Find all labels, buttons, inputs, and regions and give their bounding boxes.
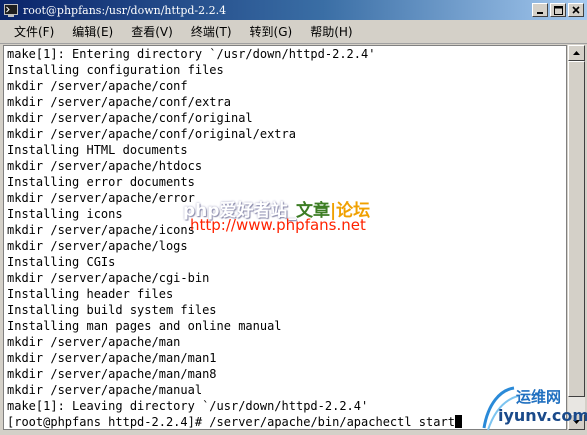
terminal-line: mkdir /server/apache/manual [7,383,203,397]
menu-file[interactable]: 文件(F) [0,23,63,40]
menu-bar: 文件(F) 编辑(E) 查看(V) 终端(T) 转到(G) 帮助(H) [0,20,587,44]
menu-edit[interactable]: 编辑(E) [63,23,122,40]
terminal-line: mkdir /server/apache/man/man8 [7,367,217,381]
terminal-output[interactable]: make[1]: Entering directory `/usr/down/h… [3,45,567,430]
title-bar[interactable]: root@phpfans:/usr/down/httpd-2.2.4 [0,0,587,20]
terminal-line: Installing error documents [7,175,195,189]
terminal-line: mkdir /server/apache/conf/extra [7,95,231,109]
menu-terminal[interactable]: 终端(T) [182,23,241,40]
terminal-command: /server/apache/bin/apachectl start [209,415,455,429]
terminal-line: Installing build system files [7,303,217,317]
minimize-button[interactable] [532,3,548,17]
window-title: root@phpfans:/usr/down/httpd-2.2.4 [23,3,227,17]
scroll-thumb[interactable] [568,61,585,397]
terminal-line: Installing header files [7,287,174,301]
terminal-line: Installing CGIs [7,255,116,269]
logo-text-domain: iyunv.com [498,406,587,425]
terminal-prompt: [root@phpfans httpd-2.2.4]# [7,415,210,429]
maximize-button[interactable] [550,3,566,17]
terminal-lines: make[1]: Entering directory `/usr/down/h… [7,46,462,429]
close-icon [572,6,580,14]
terminal-line: mkdir /server/apache/conf/original/extra [7,127,296,141]
terminal-line: Installing configuration files [7,63,224,77]
terminal-line: mkdir /server/apache/man [7,335,181,349]
watermark-url: http://www.phpfans.net [190,216,366,234]
logo-text-cn: 运维网 [516,388,562,406]
menu-view[interactable]: 查看(V) [122,23,182,40]
terminal-app-icon [3,2,19,18]
terminal-line: mkdir /server/apache/htdocs [7,159,203,173]
arrow-up-icon [573,51,580,55]
close-button[interactable] [568,3,584,17]
terminal-line: make[1]: Entering directory `/usr/down/h… [7,47,376,61]
terminal-prompt-line[interactable]: [root@phpfans httpd-2.2.4]# /server/apac… [7,414,462,429]
terminal-line: mkdir /server/apache/cgi-bin [7,271,210,285]
terminal-cursor [454,415,462,428]
terminal-line: Installing man pages and online manual [7,319,282,333]
menu-go[interactable]: 转到(G) [241,23,302,40]
site-logo: 运维网 iyunv.com [478,384,587,432]
terminal-line: Installing HTML documents [7,143,188,157]
menu-help[interactable]: 帮助(H) [301,23,361,40]
scroll-up-button[interactable] [568,45,585,61]
terminal-line: make[1]: Leaving directory `/usr/down/ht… [7,399,369,413]
terminal-line: mkdir /server/apache/conf [7,79,188,93]
terminal-line: mkdir /server/apache/man/man1 [7,351,217,365]
vertical-scrollbar[interactable] [568,45,585,430]
maximize-icon [553,5,563,15]
terminal-line: mkdir /server/apache/logs [7,239,188,253]
minimize-icon [537,12,543,14]
terminal-line: mkdir /server/apache/conf/original [7,111,253,125]
